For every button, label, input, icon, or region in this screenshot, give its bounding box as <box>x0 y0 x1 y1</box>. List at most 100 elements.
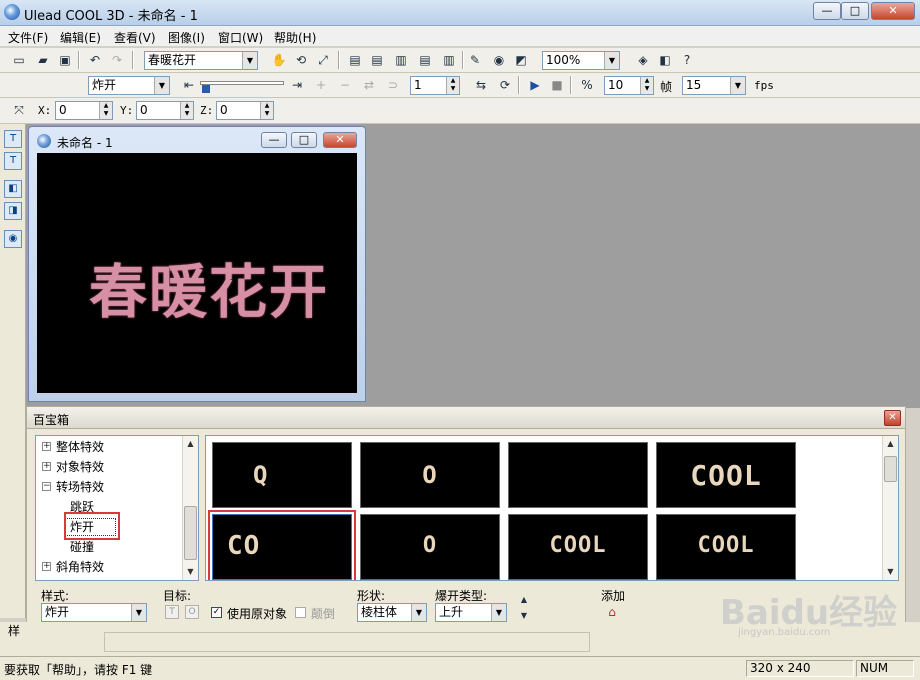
effect-thumbnail[interactable]: COOL <box>508 514 648 580</box>
close-icon[interactable]: ✕ <box>884 410 901 426</box>
refresh-icon[interactable]: ⟳ <box>496 76 514 94</box>
percent-icon[interactable]: % <box>578 76 596 94</box>
view-back-icon[interactable]: ▥ <box>440 51 458 69</box>
y-spinner[interactable]: 0 ▲ ▼ <box>136 101 194 120</box>
export-icon[interactable]: ◧ <box>656 51 674 69</box>
object-manager-icon[interactable]: ◉ <box>4 230 22 248</box>
spinner-arrows-icon[interactable]: ▲ ▼ <box>99 102 112 119</box>
use-original-checkbox[interactable]: ✓ <box>211 607 222 618</box>
z-spinner[interactable]: 0 ▲ ▼ <box>216 101 274 120</box>
shape-combo[interactable]: 棱柱体 ▼ <box>357 603 427 622</box>
menu-view[interactable]: 查看(V) <box>114 29 156 46</box>
close-button[interactable]: ✕ <box>871 2 915 20</box>
rotate-icon[interactable]: ⟲ <box>292 51 310 69</box>
menu-help[interactable]: 帮助(H) <box>274 29 316 46</box>
options-scroll-icon[interactable]: ▲ ▼ <box>515 591 533 620</box>
scroll-thumb[interactable] <box>884 456 897 482</box>
fps-spinner[interactable]: 10 ▲ ▼ <box>604 76 654 95</box>
scroll-thumb[interactable] <box>184 506 197 560</box>
expand-icon[interactable]: + <box>42 562 51 571</box>
insert-graphic-icon[interactable]: ◧ <box>4 180 22 198</box>
spinner-arrows-icon[interactable]: ▲ ▼ <box>640 77 653 94</box>
view-top-icon[interactable]: ▤ <box>368 51 386 69</box>
gallery-scrollbar[interactable]: ▲ ▼ <box>882 436 898 580</box>
undo-icon[interactable]: ↶ <box>86 51 104 69</box>
open-folder-icon[interactable]: ▰ <box>34 51 52 69</box>
scroll-down-icon[interactable]: ▼ <box>883 564 898 580</box>
menu-edit[interactable]: 编辑(E) <box>60 29 101 46</box>
edit-graphic-icon[interactable]: ◨ <box>4 202 22 220</box>
text-object-combo[interactable]: 春暖花开 ▼ <box>144 51 258 70</box>
tree-item-object-effects[interactable]: + 对象特效 <box>36 458 176 476</box>
play-icon[interactable]: ▶ <box>526 76 544 94</box>
target-object-button[interactable]: O <box>185 605 199 619</box>
timeline-thumb[interactable] <box>202 85 210 93</box>
paint-icon[interactable]: ✎ <box>466 51 484 69</box>
effect-thumbnail[interactable]: Q <box>212 442 352 508</box>
chart-icon[interactable]: ◩ <box>512 51 530 69</box>
effect-thumbnail[interactable]: COOL <box>656 514 796 580</box>
insert-text-icon[interactable]: T <box>4 130 22 148</box>
loop-icon[interactable]: ⇆ <box>472 76 490 94</box>
view-side-icon[interactable]: ▥ <box>392 51 410 69</box>
menu-window[interactable]: 窗口(W) <box>218 29 263 46</box>
target-text-button[interactable]: T <box>165 605 179 619</box>
resize-icon[interactable]: ⤢ <box>314 51 332 69</box>
effect-thumbnail[interactable]: O <box>360 514 500 580</box>
object-icon[interactable]: ◈ <box>634 51 652 69</box>
view-front-icon[interactable]: ▤ <box>346 51 364 69</box>
redo-icon[interactable]: ↷ <box>108 51 126 69</box>
first-key-icon[interactable]: ⇤ <box>180 76 198 94</box>
swap-key-icon[interactable]: ⇄ <box>360 76 378 94</box>
menu-file[interactable]: 文件(F) <box>8 29 48 46</box>
effect-thumbnail[interactable]: COOL <box>656 442 796 508</box>
burst-type-combo[interactable]: 上升 ▼ <box>435 603 507 622</box>
new-file-icon[interactable]: ▭ <box>10 51 28 69</box>
frames-total-combo[interactable]: 15 ▼ <box>682 76 746 95</box>
help-pointer-icon[interactable]: ? <box>678 51 696 69</box>
doc-close-button[interactable]: ✕ <box>323 132 357 148</box>
tree-item-transition-effects[interactable]: − 转场特效 <box>36 478 176 496</box>
doc-minimize-button[interactable]: — <box>261 132 287 148</box>
add-effect-icon[interactable]: ⌂ <box>603 603 621 621</box>
effect-combo[interactable]: 炸开 ▼ <box>88 76 170 95</box>
remove-key-icon[interactable]: − <box>336 76 354 94</box>
x-spinner[interactable]: 0 ▲ ▼ <box>55 101 113 120</box>
minimize-button[interactable]: — <box>813 2 841 20</box>
effect-thumbnail[interactable] <box>508 442 648 508</box>
tree-item-global-effects[interactable]: + 整体特效 <box>36 438 176 456</box>
add-key-icon[interactable]: + <box>312 76 330 94</box>
reverse-checkbox[interactable] <box>295 607 306 618</box>
spinner-arrows-icon[interactable]: ▲ ▼ <box>446 77 459 94</box>
last-key-icon[interactable]: ⇥ <box>288 76 306 94</box>
globe-icon[interactable]: ◉ <box>490 51 508 69</box>
timeline-slider[interactable] <box>200 81 284 85</box>
maximize-button[interactable]: □ <box>841 2 869 20</box>
menu-image[interactable]: 图像(I) <box>168 29 205 46</box>
stop-icon[interactable]: ■ <box>548 76 566 94</box>
tree-item-bevel-effects[interactable]: + 斜角特效 <box>36 558 176 576</box>
save-disk-icon[interactable]: ▣ <box>56 51 74 69</box>
scroll-down-icon[interactable]: ▼ <box>183 564 198 580</box>
position-mode-icon[interactable]: ⤧ <box>10 101 28 119</box>
zoom-combo[interactable]: 100% ▼ <box>542 51 620 70</box>
scroll-up-icon[interactable]: ▲ <box>883 436 898 452</box>
scroll-up-icon[interactable]: ▲ <box>183 436 198 452</box>
edit-text-icon[interactable]: T <box>4 152 22 170</box>
tree-item-collide[interactable]: 碰撞 <box>36 538 176 556</box>
spinner-arrows-icon[interactable]: ▲ ▼ <box>260 102 273 119</box>
effect-thumbnail[interactable]: O <box>360 442 500 508</box>
tree-scrollbar[interactable]: ▲ ▼ <box>182 436 198 580</box>
preview-canvas[interactable]: 春暖花开 <box>37 153 357 393</box>
hand-icon[interactable]: ✋ <box>270 51 288 69</box>
frame-spinner[interactable]: 1 ▲ ▼ <box>410 76 460 95</box>
collapse-icon[interactable]: − <box>42 482 51 491</box>
expand-icon[interactable]: + <box>42 462 51 471</box>
spinner-arrows-icon[interactable]: ▲ ▼ <box>180 102 193 119</box>
reverse-key-icon[interactable]: ⊃ <box>384 76 402 94</box>
doc-maximize-button[interactable]: □ <box>291 132 317 148</box>
tab-label[interactable]: 样 <box>8 622 20 639</box>
view-bottom-icon[interactable]: ▤ <box>416 51 434 69</box>
expand-icon[interactable]: + <box>42 442 51 451</box>
style-combo[interactable]: 炸开 ▼ <box>41 603 147 622</box>
